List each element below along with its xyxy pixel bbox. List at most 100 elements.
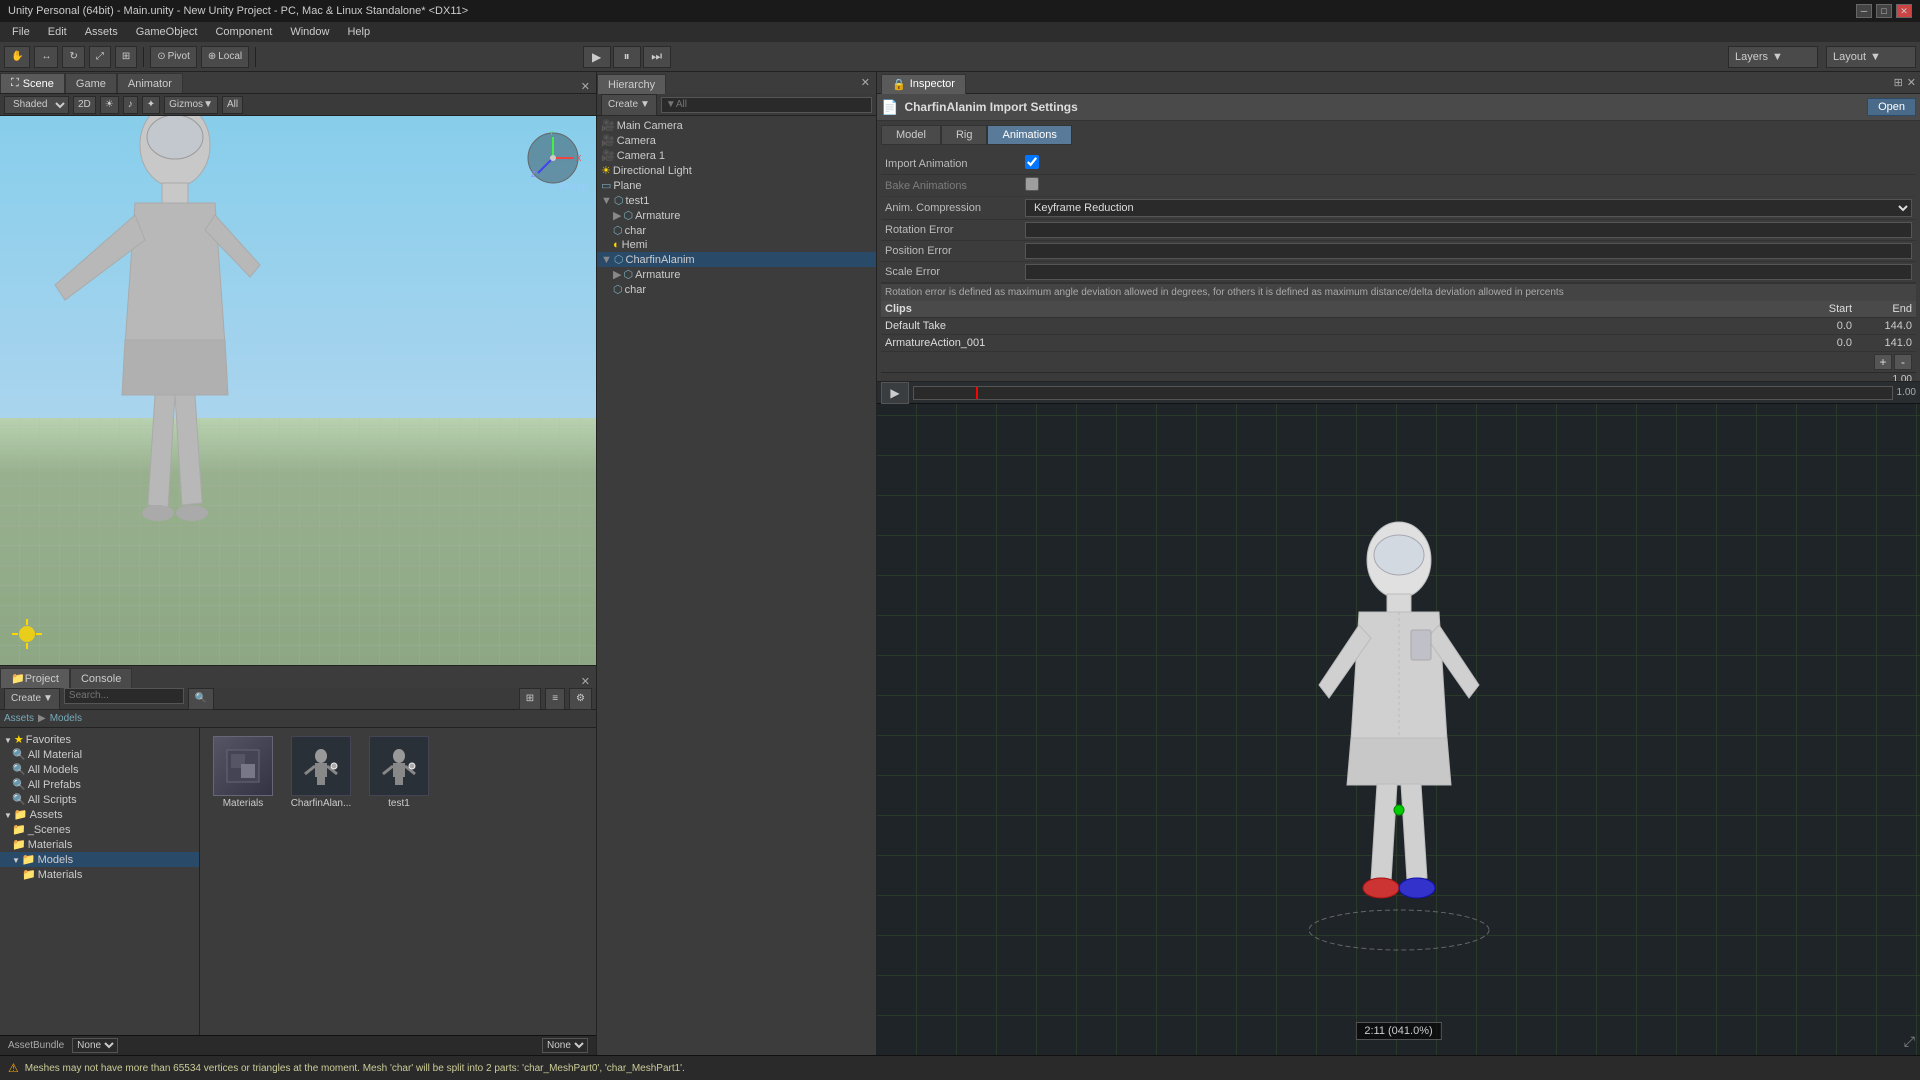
- pause-btn[interactable]: ⏸: [613, 46, 641, 68]
- favorites-folder[interactable]: ★ Favorites: [0, 732, 199, 747]
- tool-move[interactable]: ↔: [34, 46, 58, 68]
- asset-test1[interactable]: test1: [364, 736, 434, 809]
- tool-rotate[interactable]: ↻: [62, 46, 84, 68]
- tab-project[interactable]: 📁 Project: [0, 668, 70, 688]
- project-settings-btn[interactable]: ⚙: [569, 688, 592, 710]
- shaded-select[interactable]: Shaded: [4, 96, 69, 114]
- position-error-input[interactable]: 0.5: [1025, 243, 1912, 259]
- scale-error-input[interactable]: 0.5: [1025, 264, 1912, 280]
- clip-default-take[interactable]: Default Take 0.0 144.0: [881, 318, 1916, 335]
- h-hemi[interactable]: ◐ Hemi: [597, 238, 876, 252]
- menu-help[interactable]: Help: [339, 24, 378, 40]
- camera-icon: 🎥: [601, 119, 615, 132]
- tab-hierarchy[interactable]: Hierarchy: [597, 74, 666, 94]
- play-btn[interactable]: ▶: [583, 46, 611, 68]
- maximize-btn[interactable]: □: [1876, 4, 1892, 18]
- h-camera1[interactable]: 🎥 Camera 1: [597, 148, 876, 163]
- scene-close-icon[interactable]: ✕: [575, 80, 596, 93]
- layout-dropdown[interactable]: Layout ▼: [1826, 46, 1916, 68]
- minimize-btn[interactable]: ─: [1856, 4, 1872, 18]
- camera2-icon: 🎥: [601, 134, 615, 147]
- close-btn[interactable]: ✕: [1896, 4, 1912, 18]
- inspector-close-icon[interactable]: ✕: [1907, 76, 1916, 89]
- hierarchy-create-btn[interactable]: Create ▼: [601, 94, 657, 116]
- gizmos-btn[interactable]: Gizmos ▼: [164, 96, 218, 114]
- inspector-tab[interactable]: 🔒 Inspector: [881, 74, 966, 94]
- audio-btn[interactable]: ♪: [123, 96, 138, 114]
- models-breadcrumb[interactable]: Models: [50, 713, 82, 724]
- h-test1[interactable]: ▼ ⬡ test1: [597, 193, 876, 208]
- assetbundle-select[interactable]: None: [72, 1038, 118, 1053]
- h-plane[interactable]: ▭ Plane: [597, 178, 876, 193]
- assetbundle2-select[interactable]: None: [542, 1038, 588, 1053]
- corner-icon[interactable]: ⤢: [1904, 1033, 1915, 1050]
- h-directional-light[interactable]: ☀ Directional Light: [597, 163, 876, 178]
- tab-scene[interactable]: ⛶ Scene: [0, 73, 65, 93]
- models-folder[interactable]: 📁 Models: [0, 852, 199, 867]
- bake-animations-check[interactable]: [1025, 177, 1039, 191]
- all-btn[interactable]: All: [222, 96, 243, 114]
- pivot-btn[interactable]: ⊙ Pivot: [150, 46, 197, 68]
- project-search-btn[interactable]: 🔍: [188, 688, 214, 710]
- insp-tab-rig[interactable]: Rig: [941, 125, 988, 145]
- project-icons-btn[interactable]: ⊞: [519, 688, 541, 710]
- asset-charfinanim[interactable]: CharfinAlan...: [286, 736, 356, 809]
- project-close-icon[interactable]: ✕: [575, 675, 596, 688]
- tab-game[interactable]: Game: [65, 73, 117, 93]
- asset-materials[interactable]: Materials: [208, 736, 278, 809]
- clip-add-btn[interactable]: +: [1874, 354, 1892, 370]
- import-animation-check[interactable]: [1025, 155, 1039, 169]
- fx-btn[interactable]: ✦: [142, 96, 160, 114]
- h-camera[interactable]: 🎥 Camera: [597, 133, 876, 148]
- all-prefabs-item[interactable]: 🔍 All Prefabs: [0, 777, 199, 792]
- models-materials-folder[interactable]: 📁 Materials: [0, 867, 199, 882]
- all-materials-item[interactable]: 🔍 All Material: [0, 747, 199, 762]
- tool-hand[interactable]: ✋: [4, 46, 30, 68]
- project-create-btn[interactable]: Create ▼: [4, 688, 60, 710]
- menu-assets[interactable]: Assets: [77, 24, 126, 40]
- menu-component[interactable]: Component: [207, 24, 280, 40]
- armature1-icon: ⬡: [623, 209, 633, 222]
- rotation-error-input[interactable]: 0.5: [1025, 222, 1912, 238]
- clip-remove-btn[interactable]: -: [1894, 354, 1912, 370]
- pivot-icon: ⊙: [157, 51, 165, 62]
- insp-tab-animations[interactable]: Animations: [987, 125, 1071, 145]
- scenes-folder[interactable]: 📁 _Scenes: [0, 822, 199, 837]
- layers-dropdown[interactable]: Layers ▼: [1728, 46, 1818, 68]
- hierarchy-search[interactable]: [661, 97, 872, 113]
- h-armature1[interactable]: ▶ ⬡ Armature: [597, 208, 876, 223]
- tool-rect[interactable]: ⊞: [115, 46, 137, 68]
- scene-view[interactable]: X Y Z < Persp: [0, 116, 596, 665]
- h-char1[interactable]: ⬡ char: [597, 223, 876, 238]
- all-scripts-item[interactable]: 🔍 All Scripts: [0, 792, 199, 807]
- all-models-item[interactable]: 🔍 All Models: [0, 762, 199, 777]
- hierarchy-close-icon[interactable]: ✕: [855, 72, 876, 94]
- lighting-btn[interactable]: ☀: [100, 96, 119, 114]
- h-main-camera[interactable]: 🎥 Main Camera: [597, 118, 876, 133]
- project-search[interactable]: [64, 688, 184, 704]
- menu-file[interactable]: File: [4, 24, 38, 40]
- 2d-btn[interactable]: 2D: [73, 96, 96, 114]
- h-char2[interactable]: ⬡ char: [597, 282, 876, 297]
- materials-folder[interactable]: 📁 Materials: [0, 837, 199, 852]
- inspector-grid-icon[interactable]: ⊞: [1894, 76, 1903, 89]
- inspector-open-btn[interactable]: Open: [1867, 98, 1916, 116]
- anim-play-btn[interactable]: ▶: [881, 382, 909, 404]
- assets-breadcrumb[interactable]: Assets: [4, 713, 34, 724]
- clip-armature-action[interactable]: ArmatureAction_001 0.0 141.0: [881, 335, 1916, 352]
- local-btn[interactable]: ⊕ Local: [201, 46, 249, 68]
- menu-edit[interactable]: Edit: [40, 24, 75, 40]
- insp-tab-model[interactable]: Model: [881, 125, 941, 145]
- anim-timeline-bar[interactable]: [913, 386, 1893, 400]
- project-list-btn[interactable]: ≡: [545, 688, 565, 710]
- tool-scale[interactable]: ⤢: [89, 46, 111, 68]
- menu-window[interactable]: Window: [282, 24, 337, 40]
- tab-animator[interactable]: Animator: [117, 73, 183, 93]
- anim-compression-select[interactable]: Keyframe Reduction Optimal Off: [1025, 199, 1912, 217]
- menu-gameobject[interactable]: GameObject: [128, 24, 206, 40]
- assets-folder[interactable]: 📁 Assets: [0, 807, 199, 822]
- h-charfinanim[interactable]: ▼ ⬡ CharfinAlanim: [597, 252, 876, 267]
- step-btn[interactable]: ⏭: [643, 46, 671, 68]
- tab-console[interactable]: Console: [70, 668, 132, 688]
- h-armature2[interactable]: ▶ ⬡ Armature: [597, 267, 876, 282]
